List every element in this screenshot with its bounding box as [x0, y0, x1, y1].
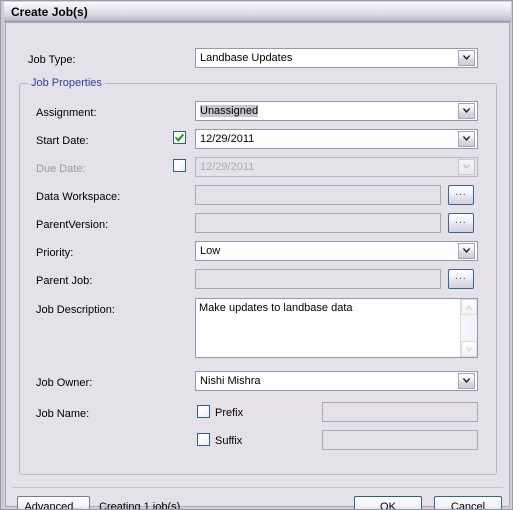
parent-job-browse-button[interactable]: ...	[448, 269, 474, 289]
suffix-checkbox[interactable]	[197, 433, 210, 446]
parent-job-input	[195, 269, 441, 289]
assignment-value-wrap: Unassigned	[196, 105, 259, 117]
prefix-input[interactable]	[322, 402, 478, 422]
due-date-combo: 12/29/2011	[195, 157, 478, 177]
job-owner-label: Job Owner:	[36, 377, 93, 389]
chevron-down-icon[interactable]	[458, 243, 475, 259]
job-properties-legend: Job Properties	[28, 77, 105, 89]
start-date-checkbox[interactable]	[173, 131, 186, 144]
ok-button[interactable]: OK	[354, 496, 422, 509]
parent-version-browse-button[interactable]: ...	[448, 213, 474, 233]
job-owner-value: Nishi Mishra	[200, 375, 261, 387]
prefix-checkbox[interactable]	[197, 405, 210, 418]
job-type-label: Job Type:	[28, 54, 76, 66]
priority-value: Low	[200, 245, 221, 257]
job-description-textarea[interactable]: Make updates to landbase data	[195, 298, 478, 358]
parent-version-label: ParentVersion:	[36, 219, 109, 231]
due-date-value: 12/29/2011	[200, 161, 255, 173]
data-workspace-browse-button[interactable]: ...	[448, 185, 474, 205]
start-date-value: 12/29/2011	[200, 133, 255, 145]
chevron-down-icon[interactable]	[458, 103, 475, 119]
check-icon	[175, 133, 184, 142]
dialog-title-bar: Create Job(s)	[2, 2, 512, 22]
start-date-label: Start Date:	[36, 135, 89, 147]
parent-version-input	[195, 213, 441, 233]
chevron-down-icon[interactable]	[458, 131, 475, 147]
job-name-label: Job Name:	[36, 408, 90, 420]
suffix-input[interactable]	[322, 430, 478, 450]
data-workspace-label: Data Workspace:	[36, 191, 121, 203]
job-type-value: Landbase Updates	[200, 52, 293, 64]
assignment-label: Assignment:	[36, 107, 97, 119]
priority-combo[interactable]: Low	[195, 241, 478, 261]
due-date-checkbox[interactable]	[173, 159, 186, 172]
job-description-scrollbar[interactable]	[460, 299, 477, 357]
prefix-label: Prefix	[215, 407, 244, 419]
data-workspace-input	[195, 185, 441, 205]
chevron-down-icon[interactable]	[458, 373, 475, 389]
advanced-button[interactable]: Advanced...	[17, 496, 90, 509]
chevron-down-icon	[458, 159, 475, 175]
job-owner-combo[interactable]: Nishi Mishra	[195, 371, 478, 391]
cancel-button[interactable]: Cancel	[434, 496, 502, 509]
assignment-combo[interactable]: Unassigned	[195, 101, 478, 121]
job-description-label: Job Description:	[36, 304, 115, 316]
job-type-combo[interactable]: Landbase Updates	[195, 48, 478, 68]
scroll-up-icon[interactable]	[461, 299, 477, 315]
dialog-client-area: Job Type: Landbase Updates Job Propertie…	[6, 23, 509, 509]
scrollbar-track[interactable]	[461, 315, 477, 341]
due-date-label: Due Date:	[36, 163, 86, 175]
assignment-value: Unassigned	[200, 105, 259, 117]
priority-label: Priority:	[36, 247, 74, 259]
suffix-label: Suffix	[215, 435, 243, 447]
chevron-down-icon[interactable]	[458, 50, 475, 66]
scroll-down-icon[interactable]	[461, 341, 477, 357]
dialog-title: Create Job(s)	[11, 4, 88, 19]
job-description-value: Make updates to landbase data	[199, 302, 353, 314]
start-date-combo[interactable]: 12/29/2011	[195, 129, 478, 149]
parent-job-label: Parent Job:	[36, 275, 93, 287]
footer-divider	[12, 487, 503, 488]
create-jobs-dialog: Create Job(s) Job Type: Landbase Updates…	[0, 0, 513, 510]
status-text: Creating 1 job(s).	[99, 501, 184, 510]
